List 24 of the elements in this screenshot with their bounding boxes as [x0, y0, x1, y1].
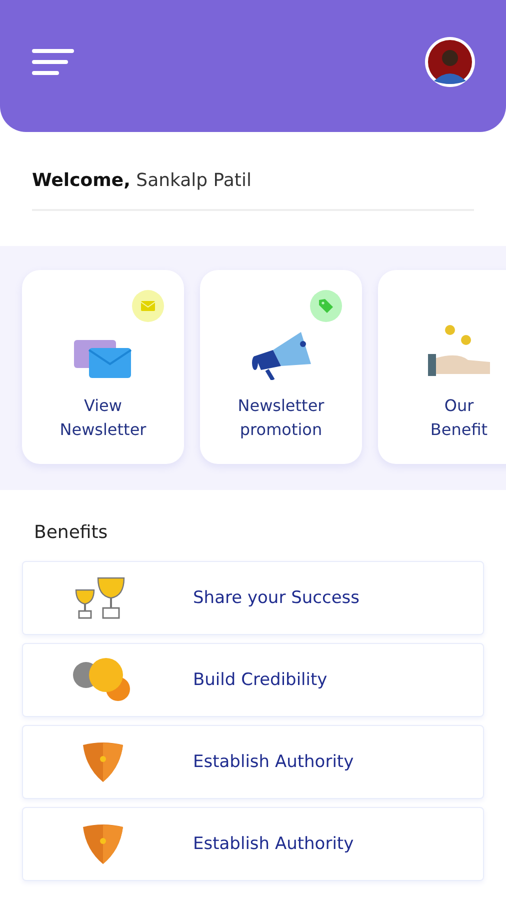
- benefit-row[interactable]: Establish Authority: [22, 725, 484, 799]
- section-heading: Benefits: [33, 521, 109, 545]
- shield-icon: [82, 824, 124, 864]
- shortcut-card[interactable]: Our Benefit: [378, 270, 506, 464]
- benefit-label: Establish Authority: [192, 752, 354, 772]
- card-title: View Newsletter: [60, 395, 146, 441]
- card-title: Our Benefit: [430, 395, 488, 441]
- benefit-label: Build Credibility: [192, 670, 328, 690]
- tag-icon: [318, 298, 334, 314]
- benefit-row[interactable]: Share your Success: [22, 561, 484, 635]
- welcome-text: Welcome, Sankalp Patil: [32, 170, 252, 191]
- megaphone-icon: [251, 330, 311, 380]
- shortcut-card[interactable]: View Newsletter: [22, 270, 184, 464]
- avatar-icon[interactable]: [424, 36, 476, 88]
- shield-icon: [82, 742, 124, 782]
- benefit-row[interactable]: Establish Authority: [22, 807, 484, 881]
- menu-icon[interactable]: [32, 48, 74, 76]
- card-title: Newsletter promotion: [238, 395, 324, 441]
- envelopes-icon: [74, 340, 132, 380]
- benefit-row[interactable]: Build Credibility: [22, 643, 484, 717]
- shortcut-card[interactable]: Newsletter promotion: [200, 270, 362, 464]
- envelope-icon: [141, 301, 155, 311]
- benefit-label: Share your Success: [192, 588, 360, 608]
- benefit-label: Establish Authority: [192, 834, 354, 854]
